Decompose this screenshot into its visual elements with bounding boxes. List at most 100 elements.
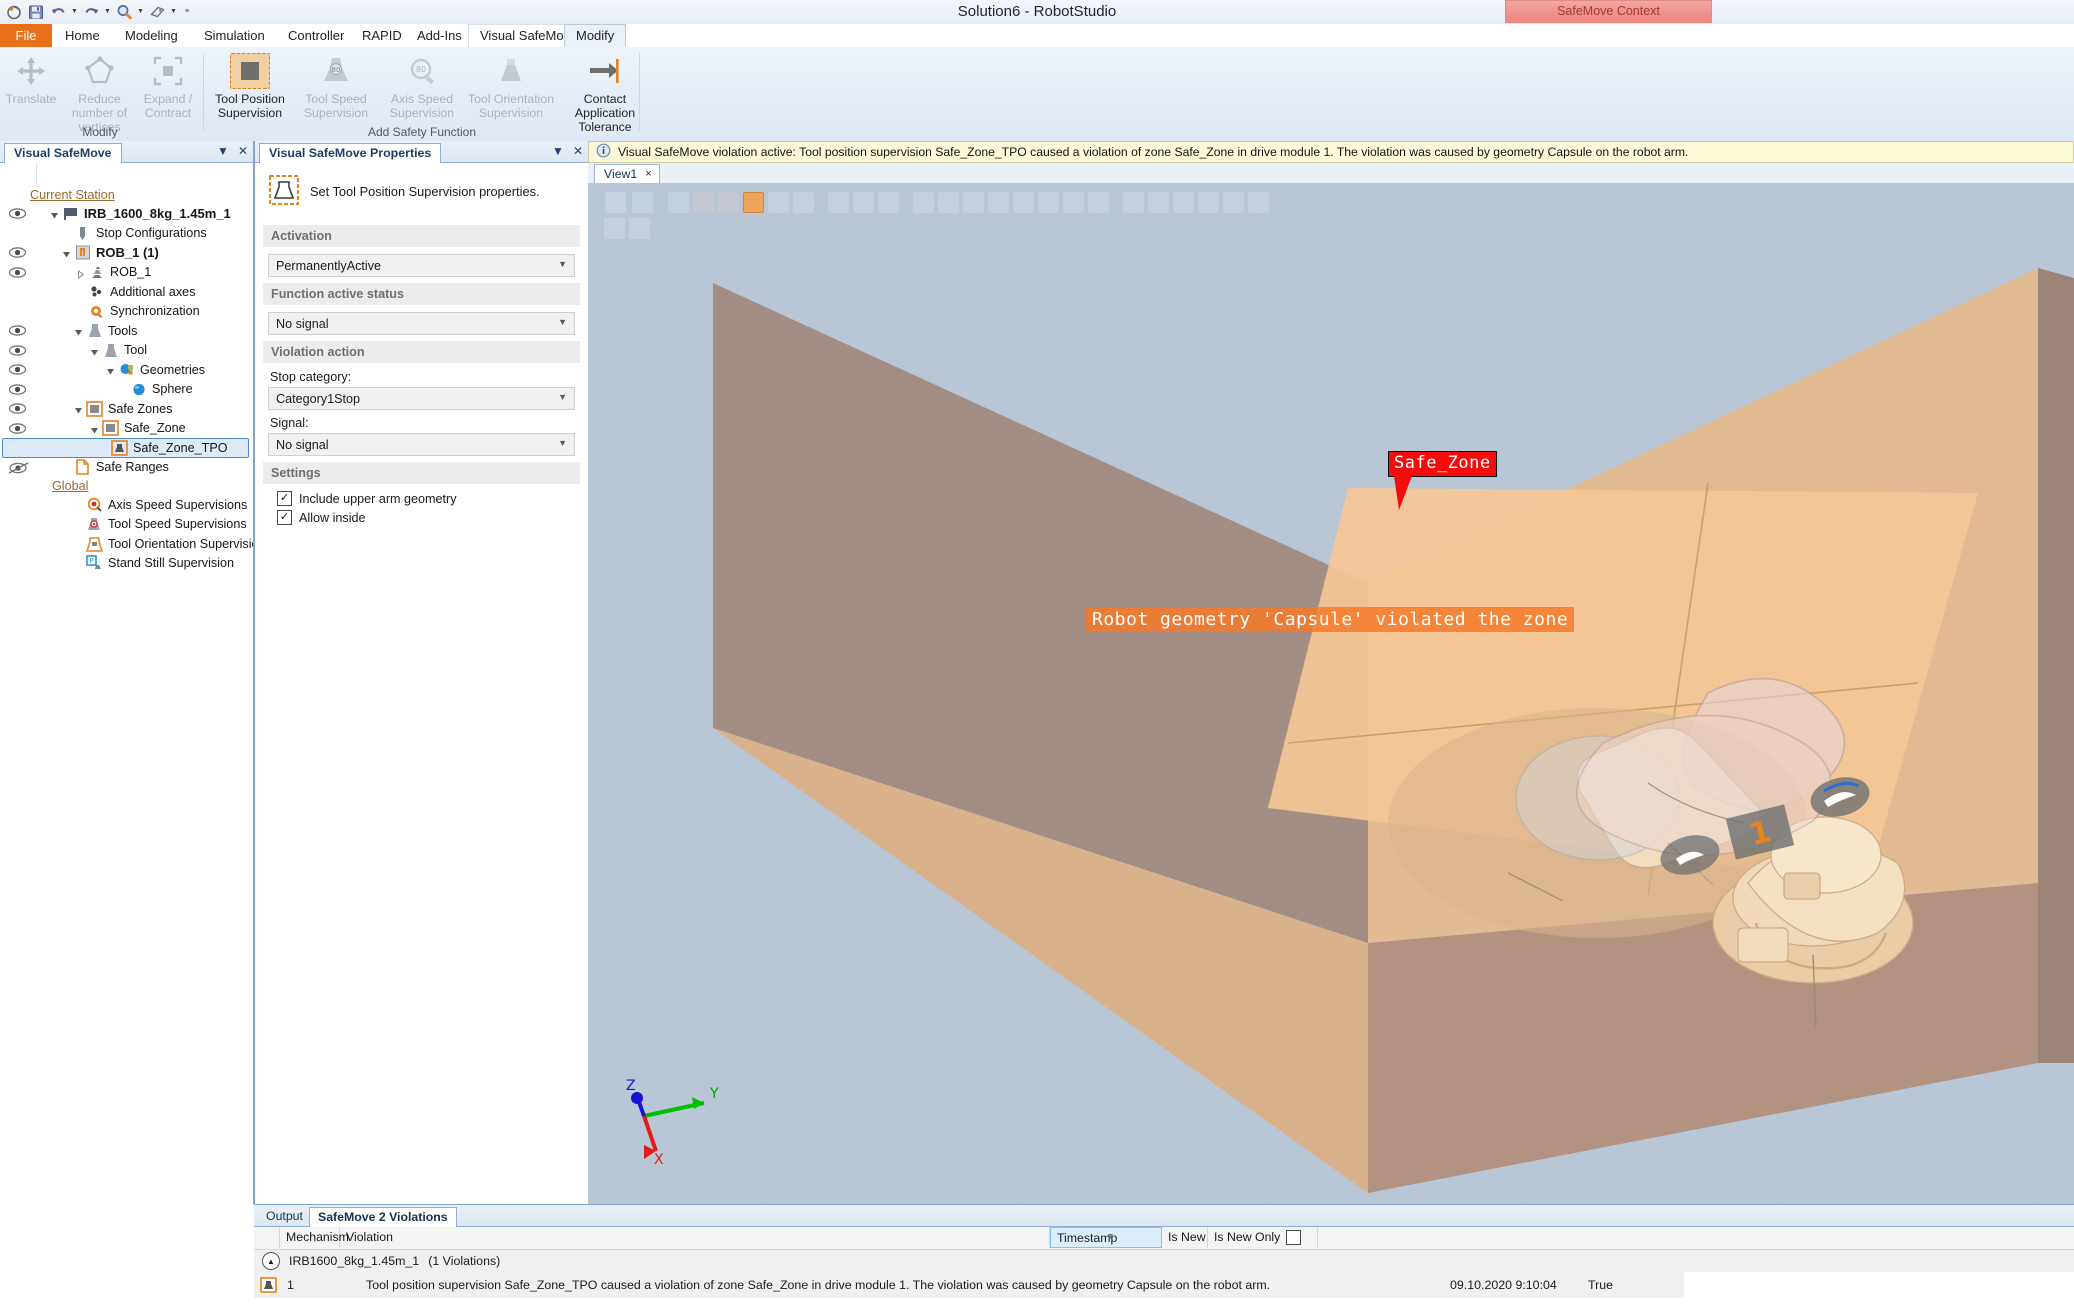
table-row[interactable]: 1 Tool position supervision Safe_Zone_TP… [254,1272,2074,1298]
snap-edge-icon[interactable] [1013,192,1034,213]
jog-reorient-icon[interactable] [1173,192,1194,213]
visibility-eye-icon[interactable] [8,363,27,376]
multi-robot-jog-icon[interactable] [1198,192,1219,213]
fit-view-icon[interactable] [631,191,654,214]
tree-item-safe-zone[interactable]: Safe_Zone [0,419,253,439]
tree-item-axis-speed-supervisions[interactable]: Axis Speed Supervisions [0,495,253,515]
snap-gravity-icon[interactable] [1063,192,1084,213]
snap-endpoint-icon[interactable] [988,192,1009,213]
visibility-eye-icon[interactable] [8,383,27,396]
panel-close-icon[interactable]: ✕ [573,143,583,159]
box-select-icon[interactable] [693,192,714,213]
tree-expander-icon[interactable] [50,209,59,219]
column-header-mechanism[interactable]: Mechanism [280,1227,349,1248]
column-header-is-new[interactable]: Is New [1162,1227,1208,1248]
play-icon[interactable] [604,218,625,239]
visibility-eye-hidden-icon[interactable] [8,461,29,474]
ribbon-tab-home[interactable]: Home [54,24,111,47]
tree-expander-icon[interactable] [90,346,99,356]
snap-grid-icon[interactable] [913,192,934,213]
new-view-icon[interactable] [604,191,627,214]
tree-item-stop-configurations[interactable]: Stop Configurations [0,224,253,244]
solid-view-icon[interactable] [718,192,739,213]
ribbon-button-tool-orientation-supervision[interactable]: Tool Orientation Supervision [465,49,557,120]
panel-menu-icon[interactable]: ▼ [552,143,564,159]
tree-item-safe-zone-tpo[interactable]: Safe_Zone_TPO [2,438,249,458]
include-upper-arm-geometry-checkbox[interactable]: ✓ [277,491,292,506]
angle-icon[interactable] [828,192,849,213]
wireframe-icon[interactable] [793,192,814,213]
snap-midpoint-icon[interactable] [963,192,984,213]
tree-item-safe-ranges[interactable]: Safe Ranges [0,458,253,478]
tree-item-rob1[interactable]: ROB_1 [0,263,253,283]
column-header-timestamp[interactable]: ▼ Timestamp [1050,1227,1162,1248]
visibility-eye-icon[interactable] [8,422,27,435]
ribbon-tab-file[interactable]: File [0,24,52,47]
violation-signal-combobox[interactable]: No signal ▼ [268,433,575,456]
tree-item-stand-still-supervision[interactable]: P Stand Still Supervision [0,554,253,574]
rotate-tool-icon[interactable] [1148,192,1169,213]
column-header-is-new-only[interactable]: Is New Only [1208,1227,1318,1248]
tree-expander-icon[interactable] [74,326,83,336]
ribbon-button-reduce-vertices[interactable]: Reduce number of vertices [62,49,137,134]
visibility-eye-icon[interactable] [8,344,27,357]
activation-combobox[interactable]: PermanentlyActive ▼ [268,254,575,277]
copy-icon[interactable] [1223,192,1244,213]
visibility-eye-icon[interactable] [8,266,27,279]
tree-item-tool-orientation-supervisions[interactable]: Tool Orientation Supervisions [0,534,253,554]
tree-item-rob1-module[interactable]: ROB_1 (1) [0,243,253,263]
include-upper-arm-geometry-row[interactable]: ✓ Include upper arm geometry [277,491,588,506]
visibility-eye-icon[interactable] [8,246,27,259]
tree-expander-icon[interactable] [106,365,115,375]
function-active-status-combobox[interactable]: No signal ▼ [268,312,575,335]
tree-item-tool[interactable]: Tool [0,341,253,361]
collapse-group-icon[interactable]: ▲ [262,1252,280,1270]
measure-icon[interactable] [743,192,764,213]
ribbon-button-axis-speed-supervision[interactable]: 80 Axis Speed Supervision [379,49,465,120]
move-tool-icon[interactable] [1123,192,1144,213]
tree-item-irb1600[interactable]: IRB_1600_8kg_1.45m_1 [0,204,253,224]
tree-item-safe-zones[interactable]: Safe Zones [0,399,253,419]
is-new-only-checkbox[interactable] [1286,1230,1302,1245]
grid-snap-icon[interactable] [768,192,789,213]
ribbon-tab-simulation[interactable]: Simulation [193,24,276,47]
ribbon-tab-add-ins[interactable]: Add-Ins [406,24,473,47]
paste-icon[interactable] [1248,192,1269,213]
ribbon-tab-modify[interactable]: Modify [564,24,627,47]
tab-output[interactable]: Output [258,1207,311,1226]
tree-item-tools[interactable]: Tools [0,321,253,341]
allow-inside-row[interactable]: ✓ Allow inside [277,510,588,525]
tree-expander-icon[interactable] [74,404,83,414]
column-header-icon[interactable] [254,1227,280,1248]
ribbon-button-tool-position-supervision[interactable]: Tool Position Supervision [207,49,293,120]
visibility-eye-icon[interactable] [8,324,27,337]
stop-icon[interactable] [629,218,650,239]
browser-panel-tab[interactable]: Visual SafeMove [4,143,122,163]
panel-close-icon[interactable]: ✕ [238,143,248,159]
ribbon-tab-controller[interactable]: Controller [277,24,355,47]
snap-local-origin-icon[interactable] [1038,192,1059,213]
view-tab-view1[interactable]: View1 × [594,164,660,184]
panel-menu-icon[interactable]: ▼ [217,143,229,159]
ribbon-button-tool-speed-supervision[interactable]: 80 Tool Speed Supervision [293,49,379,120]
allow-inside-checkbox[interactable]: ✓ [277,510,292,525]
violations-group-row[interactable]: ▲ IRB1600_8kg_1.45m_1 (1 Violations) [254,1250,2074,1272]
ribbon-button-translate[interactable]: Translate [0,49,62,106]
visibility-eye-icon[interactable] [8,207,27,220]
ribbon-tab-modeling[interactable]: Modeling [114,24,189,47]
tree-item-sphere[interactable]: Sphere [0,380,253,400]
ribbon-button-expand-contract[interactable]: Expand / Contract [137,49,199,120]
tree-item-additional-axes[interactable]: Additional axes [0,282,253,302]
snap-center-icon[interactable] [938,192,959,213]
properties-panel-tab[interactable]: Visual SafeMove Properties [259,143,442,163]
visibility-eye-icon[interactable] [8,402,27,415]
ribbon-tab-rapid[interactable]: RAPID [351,24,413,47]
stop-category-combobox[interactable]: Category1Stop ▼ [268,387,575,410]
tree-expander-icon[interactable] [76,268,85,279]
close-icon[interactable]: × [645,165,651,184]
snap-any-icon[interactable] [1088,192,1109,213]
distance-icon[interactable] [853,192,874,213]
rotate-icon[interactable] [668,192,689,213]
3d-viewport[interactable]: Safe_Zone Robot geometry 'Capsule' viola… [588,183,2074,1204]
tree-item-tool-speed-supervisions[interactable]: Tool Speed Supervisions [0,515,253,535]
